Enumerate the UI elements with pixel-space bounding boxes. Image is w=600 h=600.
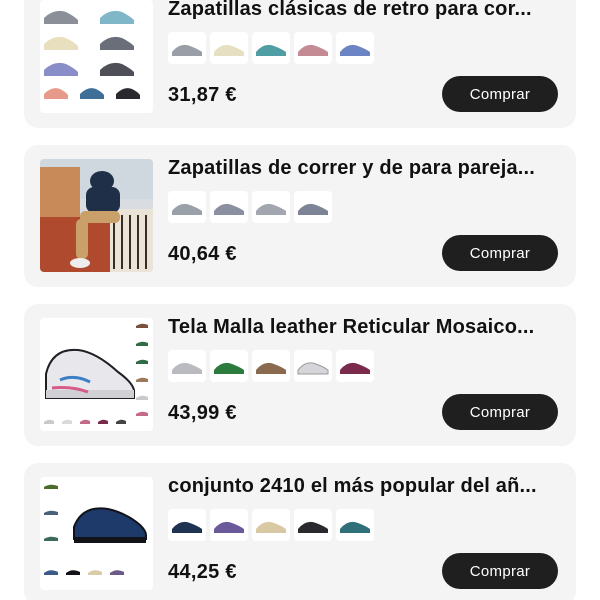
color-swatch[interactable] (252, 191, 290, 223)
product-card[interactable]: Zapatillas de correr y de para pareja...… (24, 145, 576, 287)
color-swatches (168, 32, 374, 64)
product-title[interactable]: Zapatillas clásicas de retro para cor... (168, 0, 560, 21)
product-title[interactable]: conjunto 2410 el más popular del añ... (168, 475, 560, 498)
color-swatch[interactable] (252, 509, 290, 541)
color-swatch[interactable] (294, 350, 332, 382)
color-swatch[interactable] (294, 32, 332, 64)
product-price: 43,99 € (168, 402, 237, 424)
color-swatch[interactable] (168, 191, 206, 223)
product-title[interactable]: Tela Malla leather Reticular Mosaico... (168, 316, 560, 339)
buy-button[interactable]: Comprar (442, 76, 558, 112)
color-swatch[interactable] (336, 350, 374, 382)
product-image[interactable] (40, 0, 153, 113)
product-price: 31,87 € (168, 84, 237, 106)
color-swatch[interactable] (168, 350, 206, 382)
color-swatch[interactable] (294, 509, 332, 541)
color-swatch[interactable] (210, 32, 248, 64)
color-swatch[interactable] (252, 32, 290, 64)
color-swatch[interactable] (252, 350, 290, 382)
shoe-grid-image (44, 10, 140, 99)
product-price: 44,25 € (168, 561, 237, 583)
color-swatches (168, 350, 374, 382)
buy-button[interactable]: Comprar (442, 553, 558, 589)
color-swatch[interactable] (336, 32, 374, 64)
product-card[interactable]: conjunto 2410 el más popular del añ... 4… (24, 463, 576, 600)
color-swatches (168, 509, 374, 541)
buy-button[interactable]: Comprar (442, 394, 558, 430)
color-swatch[interactable] (168, 32, 206, 64)
product-image[interactable] (40, 477, 153, 590)
buy-button[interactable]: Comprar (442, 235, 558, 271)
color-swatch[interactable] (168, 509, 206, 541)
color-swatch[interactable] (210, 509, 248, 541)
product-card[interactable]: Tela Malla leather Reticular Mosaico... … (24, 304, 576, 446)
product-price: 40,64 € (168, 243, 237, 265)
color-swatch[interactable] (336, 509, 374, 541)
product-image[interactable] (40, 318, 153, 431)
color-swatch[interactable] (294, 191, 332, 223)
color-swatch[interactable] (210, 350, 248, 382)
product-card[interactable]: Zapatillas clásicas de retro para cor...… (24, 0, 576, 128)
color-swatch[interactable] (210, 191, 248, 223)
product-image[interactable] (40, 159, 153, 272)
color-swatches (168, 191, 332, 223)
product-title[interactable]: Zapatillas de correr y de para pareja... (168, 157, 560, 180)
